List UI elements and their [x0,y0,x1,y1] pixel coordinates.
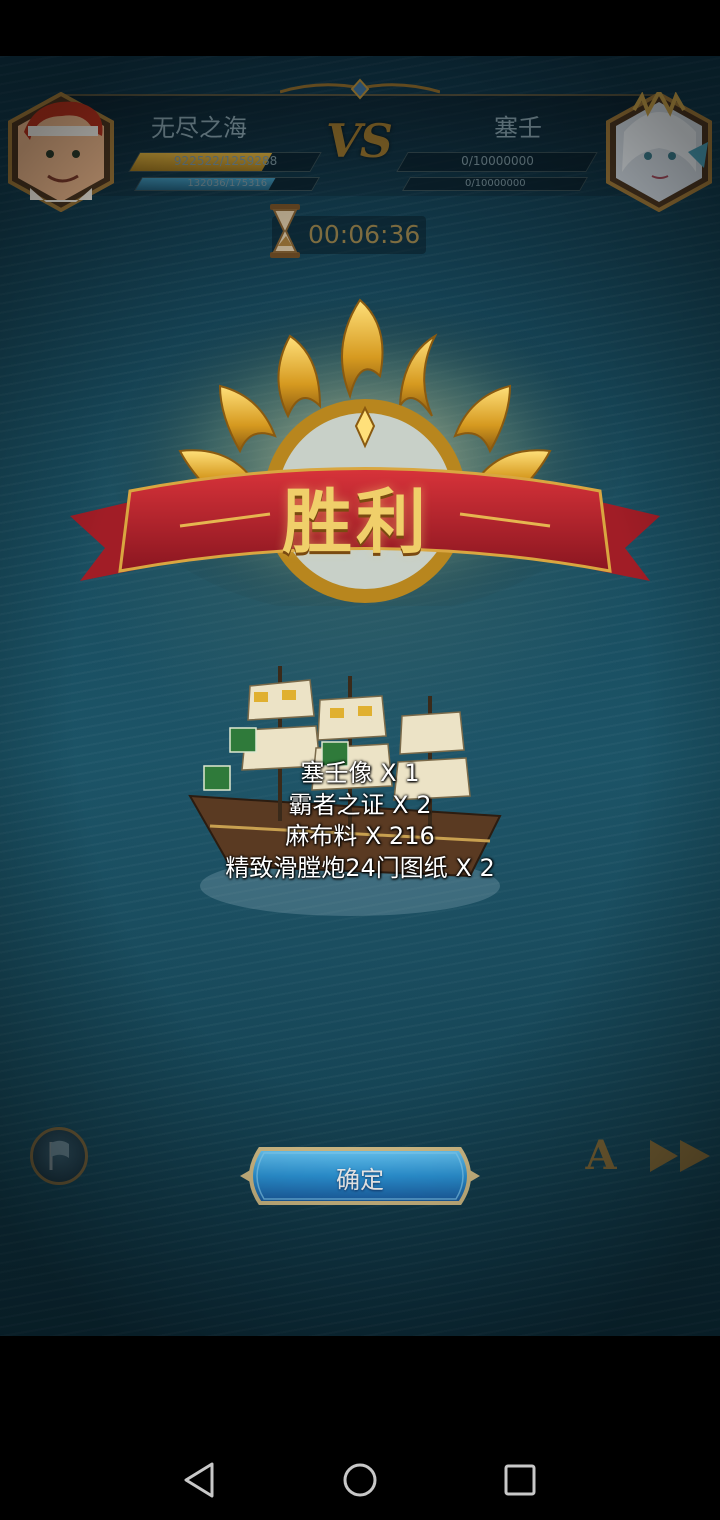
reward-item: 塞壬像 X 1 [300,759,420,787]
hud-ornament [280,78,440,100]
vs-label: VS [326,114,393,168]
battle-screen: 无尽之海 塞壬 VS 922522/1259288 132036/175316 … [0,56,720,1336]
auto-battle-button[interactable]: A [580,1134,622,1178]
hourglass-icon [270,204,300,258]
enemy-sub-text: 0/10000000 [464,178,526,189]
player-avatar[interactable] [6,92,116,212]
reward-item: 霸者之证 X 2 [288,790,432,819]
enemy-sub-bar: 0/10000000 [401,177,589,191]
victory-title: 胜利 [282,481,430,563]
enemy-name: 塞壬 [494,114,542,142]
enemy-avatar[interactable] [604,92,714,212]
back-triangle-icon[interactable] [176,1456,224,1504]
player-name: 无尽之海 [151,114,247,142]
surrender-button[interactable] [30,1127,88,1185]
player-sub-bar: 132036/175316 [133,177,321,191]
reward-list: 塞壬像 X 1 霸者之证 X 2 麻布料 X 216 精致滑膛炮24门图纸 X … [160,758,560,884]
enemy-hp-bar: 0/10000000 [396,152,598,172]
reward-item: 精致滑膛炮24门图纸 X 2 [225,853,495,882]
confirm-button[interactable]: 确定 [238,1143,482,1209]
player-hp-bar: 922522/1259288 [128,152,322,172]
recent-square-icon[interactable] [496,1456,544,1504]
confirm-label: 确定 [336,1166,384,1194]
player-hp-text: 922522/1259288 [173,154,278,168]
timer-text: 00:06:36 [308,220,421,249]
flag-icon [49,1140,69,1170]
status-bar [0,0,720,56]
home-circle-icon[interactable] [336,1456,384,1504]
battle-timer: 00:06:36 [270,204,426,258]
reward-item: 麻布料 X 216 [285,822,435,850]
player-sub-text: 132036/175316 [187,178,268,189]
enemy-hp-text: 0/10000000 [461,154,534,168]
fast-forward-icon[interactable] [648,1138,712,1174]
